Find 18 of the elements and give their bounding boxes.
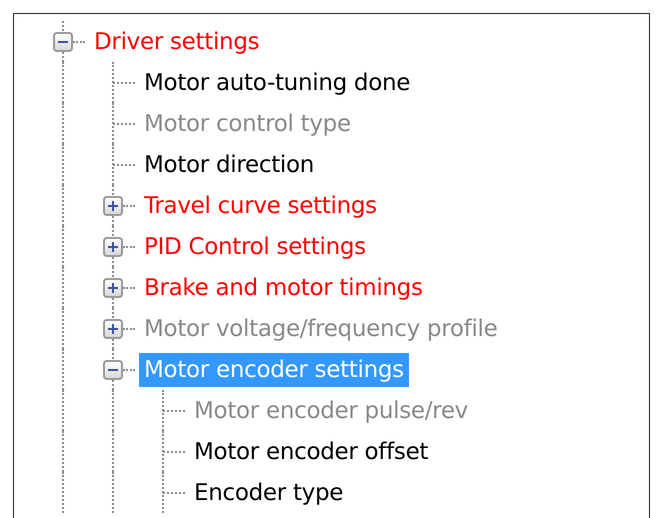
expand-icon[interactable]: [103, 237, 123, 257]
expand-icon[interactable]: [103, 196, 123, 216]
tree-item[interactable]: Motor direction: [139, 148, 320, 182]
tree-item[interactable]: Motor encoder settings: [139, 352, 409, 386]
tree-item[interactable]: Encoder type: [189, 476, 348, 510]
expand-icon[interactable]: [103, 278, 123, 298]
tree-item[interactable]: Driver settings: [89, 24, 264, 58]
tree-item[interactable]: Motor control type: [139, 106, 356, 140]
tree-item[interactable]: Motor encoder offset: [189, 434, 434, 468]
tree-item[interactable]: Travel curve settings: [139, 188, 382, 222]
tree-item[interactable]: Motor encoder pulse/rev: [189, 394, 473, 428]
tree-item[interactable]: PID Control settings: [139, 230, 371, 264]
collapse-icon[interactable]: [103, 360, 123, 380]
expand-icon[interactable]: [103, 319, 123, 339]
tree-item[interactable]: Brake and motor timings: [139, 270, 428, 304]
tree-item[interactable]: Motor voltage/frequency profile: [139, 312, 502, 346]
tree-item[interactable]: Motor auto-tuning done: [139, 66, 416, 100]
collapse-icon[interactable]: [53, 32, 73, 52]
